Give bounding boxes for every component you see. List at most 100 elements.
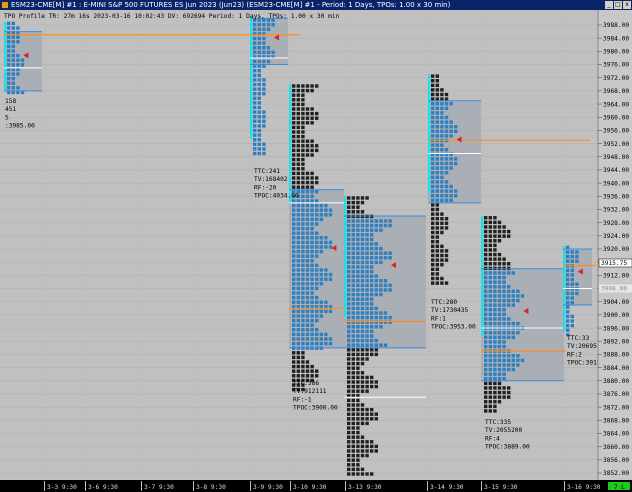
tpo-print — [347, 334, 351, 338]
tpo-print — [296, 213, 300, 217]
tpo-print — [347, 242, 351, 246]
tpo-print — [310, 249, 314, 254]
tpo-print — [444, 161, 449, 166]
tpo-print — [435, 92, 439, 97]
tpo-print — [365, 302, 369, 306]
tpo-print — [502, 303, 506, 307]
tpo-print — [347, 269, 351, 274]
tpo-print — [360, 389, 365, 393]
tpo-print — [484, 243, 488, 248]
tpo-print — [351, 371, 355, 375]
close-button[interactable]: x — [623, 1, 631, 9]
tpo-print — [310, 286, 314, 291]
tpo-print — [488, 331, 492, 335]
tpo-print — [351, 343, 355, 347]
tpo-print — [370, 375, 374, 380]
tpo-print — [319, 208, 323, 212]
tpo-print — [435, 161, 439, 166]
tpo-print — [351, 283, 355, 288]
tpo-print — [488, 257, 492, 261]
tpo-print — [319, 203, 323, 208]
tpo-print — [347, 440, 351, 444]
tpo-print — [292, 369, 296, 373]
tpo-print — [266, 27, 271, 32]
tpo-print — [575, 282, 579, 286]
tpo-print — [257, 101, 261, 105]
tpo-print — [484, 285, 488, 289]
tpo-print — [570, 323, 574, 328]
tpo-print — [511, 354, 515, 358]
tpo-print — [566, 277, 570, 282]
tpo-print — [435, 217, 439, 221]
tpo-print — [360, 421, 365, 426]
tpo-print — [301, 217, 305, 222]
tpo-print — [493, 386, 497, 390]
tpo-print — [310, 263, 314, 268]
date-tick — [427, 481, 428, 491]
tpo-print — [488, 409, 492, 413]
tpo-print — [310, 332, 314, 337]
tpo-print — [253, 36, 257, 41]
tpo-print — [484, 298, 488, 303]
tpo-print — [296, 259, 300, 263]
tpo-print — [310, 144, 314, 148]
minimize-button[interactable]: _ — [605, 1, 613, 9]
tpo-print — [16, 58, 20, 62]
tpo-print — [301, 153, 305, 157]
tpo-print — [440, 171, 444, 175]
tpo-print — [292, 107, 296, 111]
tpo-print — [440, 88, 444, 92]
tpo-print — [351, 352, 355, 357]
tpo-print — [310, 107, 314, 111]
tpo-print — [356, 292, 360, 297]
tpo-print — [488, 367, 492, 372]
app-icon — [2, 2, 8, 8]
tpo-print — [315, 328, 319, 332]
tpo-print — [296, 144, 300, 148]
tpo-print — [502, 271, 506, 275]
tpo-print — [370, 274, 374, 278]
price-tick-label: 3856.00 — [603, 457, 629, 464]
tpo-print — [257, 73, 261, 78]
maximize-button[interactable]: □ — [614, 1, 622, 9]
tpo-print — [493, 275, 497, 280]
tpo-print — [493, 234, 497, 238]
tpo-print — [305, 374, 310, 378]
tpo-print — [324, 332, 328, 337]
price-tick-label: 3940.00 — [603, 180, 629, 187]
tpo-print — [511, 271, 515, 275]
tpo-print — [257, 115, 261, 119]
tpo-chart[interactable]: 1584515:3985.00 TTC:241TV:168402RF:-20 TPO… — [0, 10, 632, 492]
tpo-print — [324, 272, 328, 277]
tpo-print — [356, 228, 360, 232]
tpo-print — [319, 282, 323, 286]
tpo-print — [365, 343, 369, 347]
tpo-print — [374, 338, 378, 343]
tpo-print — [497, 381, 502, 386]
tpo-print — [253, 92, 257, 96]
tpo-print — [310, 213, 314, 217]
tpo-print — [570, 277, 574, 282]
tpo-print — [488, 229, 492, 234]
tpo-print — [365, 288, 369, 292]
tpo-print — [292, 277, 296, 281]
tpo-print — [431, 120, 435, 124]
tpo-print — [315, 272, 319, 277]
tpo-print — [493, 271, 497, 275]
tpo-print — [305, 295, 310, 300]
tpo-print — [516, 294, 520, 298]
date-tick — [85, 481, 86, 491]
tpo-print — [388, 219, 392, 223]
tpo-print — [262, 110, 266, 114]
tpo-print — [502, 358, 506, 363]
tpo-print — [356, 417, 360, 421]
tpo-print — [301, 236, 305, 240]
date-label: 3-16 9:30 — [567, 484, 601, 491]
tpo-print — [356, 242, 360, 246]
price-tick-label: 3868.00 — [603, 417, 629, 424]
tpo-print — [502, 372, 506, 376]
tpo-print — [435, 74, 439, 78]
tpo-print — [319, 337, 323, 341]
tpo-print — [360, 412, 365, 416]
tpo-print — [310, 148, 314, 153]
